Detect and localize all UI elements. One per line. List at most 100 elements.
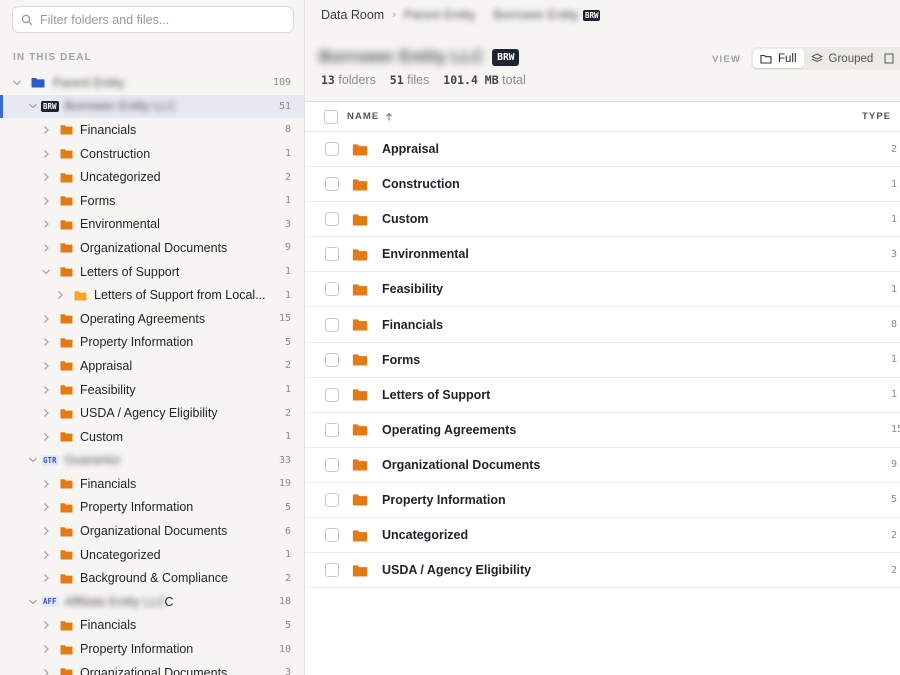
folder-name[interactable]: Custom xyxy=(382,212,429,226)
name-column-header[interactable]: NAME xyxy=(347,111,394,122)
row-checkbox[interactable] xyxy=(325,387,339,402)
chevron-down-icon[interactable] xyxy=(28,455,38,465)
chevron-right-icon[interactable] xyxy=(41,573,51,583)
sidebar-folder[interactable]: Property Information 5 xyxy=(0,331,304,355)
search-box[interactable] xyxy=(12,6,294,33)
sidebar-entity-brw[interactable]: BRW Borrower Entity LLC 51 xyxy=(0,94,304,119)
chevron-down-icon[interactable] xyxy=(41,267,51,277)
row-checkbox[interactable] xyxy=(325,142,339,157)
table-row[interactable]: Construction 1 xyxy=(305,167,900,203)
chevron-right-icon[interactable] xyxy=(41,385,51,395)
folder-name[interactable]: USDA / Agency Eligibility xyxy=(382,563,531,577)
sidebar-folder[interactable]: Background & Compliance 2 xyxy=(0,566,304,590)
folder-name[interactable]: Organizational Documents xyxy=(382,458,540,472)
view-grouped-button[interactable]: Grouped xyxy=(804,49,881,68)
row-checkbox[interactable] xyxy=(325,563,339,578)
table-row[interactable]: Appraisal 2 xyxy=(305,132,900,168)
sidebar-folder[interactable]: Feasibility 1 xyxy=(0,378,304,402)
chevron-right-icon[interactable] xyxy=(41,502,51,512)
table-row[interactable]: Organizational Documents 9 xyxy=(305,448,900,483)
row-checkbox[interactable] xyxy=(325,247,339,262)
chevron-right-icon[interactable] xyxy=(41,550,51,560)
sidebar-subfolder[interactable]: Letters of Support from Local... 1 xyxy=(0,283,304,307)
sidebar-folder[interactable]: Construction 1 xyxy=(0,142,304,166)
folder-name[interactable]: Environmental xyxy=(382,247,469,261)
view-full-button[interactable]: Full xyxy=(753,49,804,68)
table-row[interactable]: Uncategorized 2 xyxy=(305,518,900,554)
sidebar-folder[interactable]: Uncategorized 2 xyxy=(0,165,304,189)
table-row[interactable]: Letters of Support 1 xyxy=(305,378,900,413)
chevron-right-icon[interactable] xyxy=(41,125,51,135)
folder-name[interactable]: Letters of Support xyxy=(382,388,490,402)
sidebar-folder[interactable]: Financials 8 xyxy=(0,118,304,142)
chevron-right-icon[interactable] xyxy=(41,408,51,418)
row-checkbox[interactable] xyxy=(325,352,339,367)
row-checkbox[interactable] xyxy=(325,282,339,297)
row-checkbox[interactable] xyxy=(325,317,339,332)
table-row[interactable]: Financials 8 xyxy=(305,307,900,343)
sidebar-entity-gtr[interactable]: GTR Guarantor 33 xyxy=(0,449,304,473)
table-row[interactable]: Environmental 3 xyxy=(305,237,900,273)
chevron-right-icon[interactable] xyxy=(41,668,51,675)
folder-name[interactable]: Uncategorized xyxy=(382,528,468,542)
row-checkbox[interactable] xyxy=(325,422,339,437)
chevron-right-icon[interactable] xyxy=(41,172,51,182)
sidebar-folder[interactable]: Financials 19 xyxy=(0,472,304,496)
sidebar-folder[interactable]: Financials 5 xyxy=(0,614,304,638)
breadcrumb-level2[interactable]: Parent Entity xyxy=(404,8,476,22)
chevron-down-icon[interactable] xyxy=(28,597,38,607)
folder-name[interactable]: Appraisal xyxy=(382,142,439,156)
view-other-button[interactable] xyxy=(880,49,900,68)
chevron-right-icon[interactable] xyxy=(41,196,51,206)
folder-name[interactable]: Operating Agreements xyxy=(382,423,516,437)
select-all-checkbox[interactable] xyxy=(324,109,338,124)
sidebar-folder[interactable]: Organizational Documents 3 xyxy=(0,661,304,675)
chevron-right-icon[interactable] xyxy=(41,432,51,442)
chevron-down-icon[interactable] xyxy=(28,101,38,111)
table-row[interactable]: USDA / Agency Eligibility 2 xyxy=(305,553,900,589)
sidebar-entity-aff[interactable]: AFF Affiliate Entity LLC C 18 xyxy=(0,590,304,614)
sidebar-folder[interactable]: Organizational Documents 6 xyxy=(0,519,304,543)
sidebar-folder[interactable]: Environmental 3 xyxy=(0,213,304,237)
chevron-right-icon[interactable] xyxy=(41,149,51,159)
chevron-right-icon[interactable] xyxy=(41,479,51,489)
row-checkbox[interactable] xyxy=(325,177,339,192)
chevron-right-icon[interactable] xyxy=(41,526,51,536)
table-row[interactable]: Custom 1 xyxy=(305,202,900,238)
sidebar-folder[interactable]: Forms 1 xyxy=(0,189,304,213)
sidebar-folder[interactable]: USDA / Agency Eligibility 2 xyxy=(0,401,304,425)
sidebar-folder[interactable]: Property Information 10 xyxy=(0,637,304,661)
tree-root[interactable]: Parent Entity 109 xyxy=(0,71,304,95)
breadcrumb-root[interactable]: Data Room xyxy=(321,8,384,22)
breadcrumb-level3[interactable]: Borrower Entity xyxy=(493,8,578,22)
chevron-right-icon[interactable] xyxy=(41,620,51,630)
chevron-right-icon[interactable] xyxy=(41,243,51,253)
chevron-right-icon[interactable] xyxy=(55,290,65,300)
row-checkbox[interactable] xyxy=(325,457,339,472)
table-row[interactable]: Forms 1 xyxy=(305,343,900,378)
folder-name[interactable]: Property Information xyxy=(382,493,506,507)
sidebar-folder[interactable]: Letters of Support 1 xyxy=(0,260,304,284)
chevron-right-icon[interactable] xyxy=(41,314,51,324)
chevron-right-icon[interactable] xyxy=(41,644,51,654)
chevron-right-icon[interactable] xyxy=(41,361,51,371)
chevron-right-icon[interactable] xyxy=(41,337,51,347)
table-row[interactable]: Feasibility 1 xyxy=(305,272,900,308)
type-column-header[interactable]: TYPE xyxy=(862,111,891,122)
sidebar-folder[interactable]: Appraisal 2 xyxy=(0,354,304,378)
sidebar-folder[interactable]: Property Information 5 xyxy=(0,496,304,520)
folder-name[interactable]: Construction xyxy=(382,177,460,191)
sidebar-folder[interactable]: Organizational Documents 9 xyxy=(0,236,304,260)
row-checkbox[interactable] xyxy=(325,492,339,507)
sidebar-folder[interactable]: Custom 1 xyxy=(0,425,304,449)
sidebar-folder[interactable]: Operating Agreements 15 xyxy=(0,307,304,331)
table-row[interactable]: Property Information 5 xyxy=(305,483,900,519)
folder-name[interactable]: Feasibility xyxy=(382,282,443,296)
row-checkbox[interactable] xyxy=(325,528,339,543)
sidebar-folder[interactable]: Uncategorized 1 xyxy=(0,543,304,567)
chevron-right-icon[interactable] xyxy=(41,219,51,229)
chevron-down-icon[interactable] xyxy=(12,78,22,88)
folder-name[interactable]: Financials xyxy=(382,318,443,332)
table-row[interactable]: Operating Agreements 15 xyxy=(305,413,900,448)
row-checkbox[interactable] xyxy=(325,212,339,227)
